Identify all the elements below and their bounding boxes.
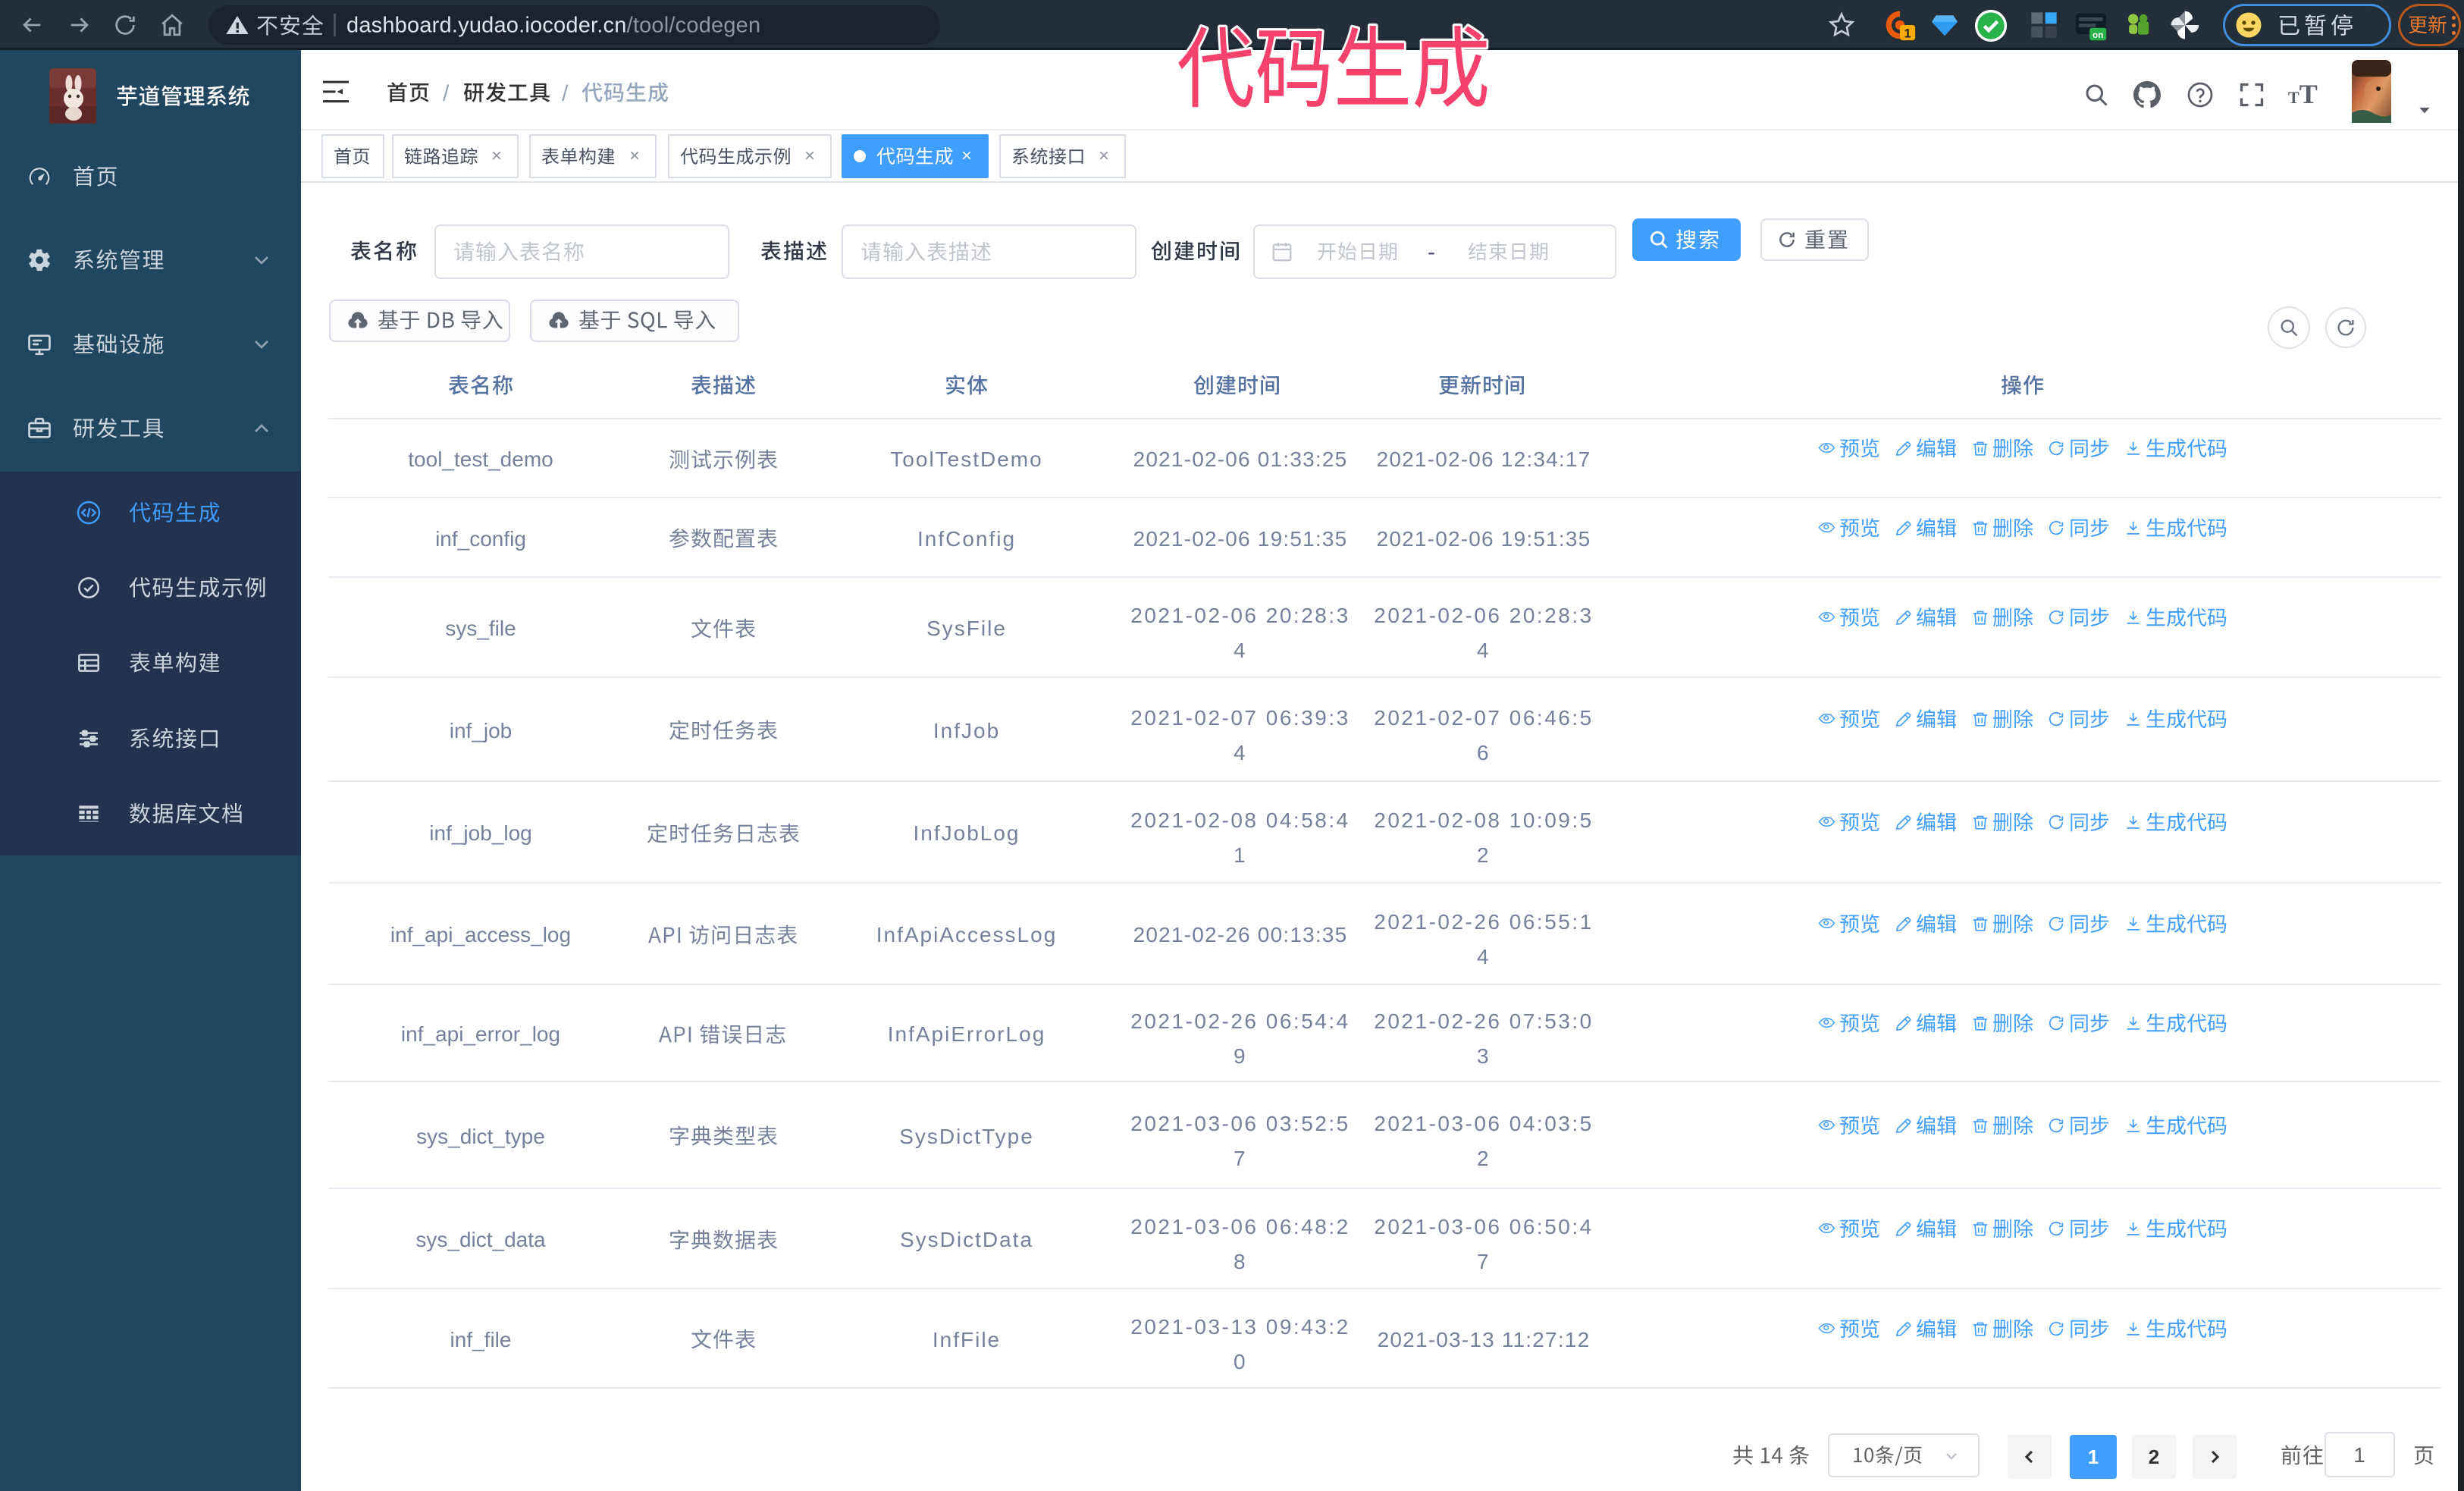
svg-text:1: 1 bbox=[1904, 27, 1911, 41]
svg-text:on: on bbox=[2093, 30, 2103, 40]
